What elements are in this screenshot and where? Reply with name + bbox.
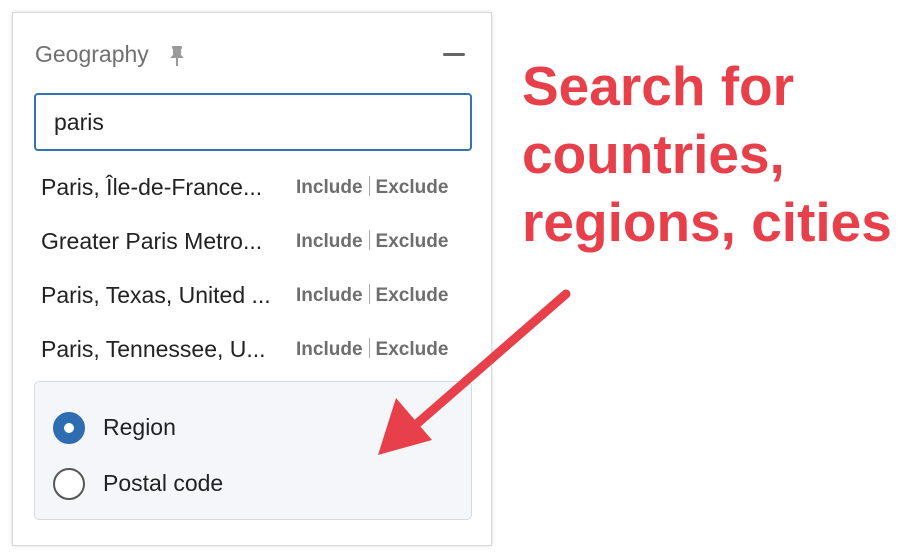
annotation-arrow-icon (378, 289, 571, 455)
